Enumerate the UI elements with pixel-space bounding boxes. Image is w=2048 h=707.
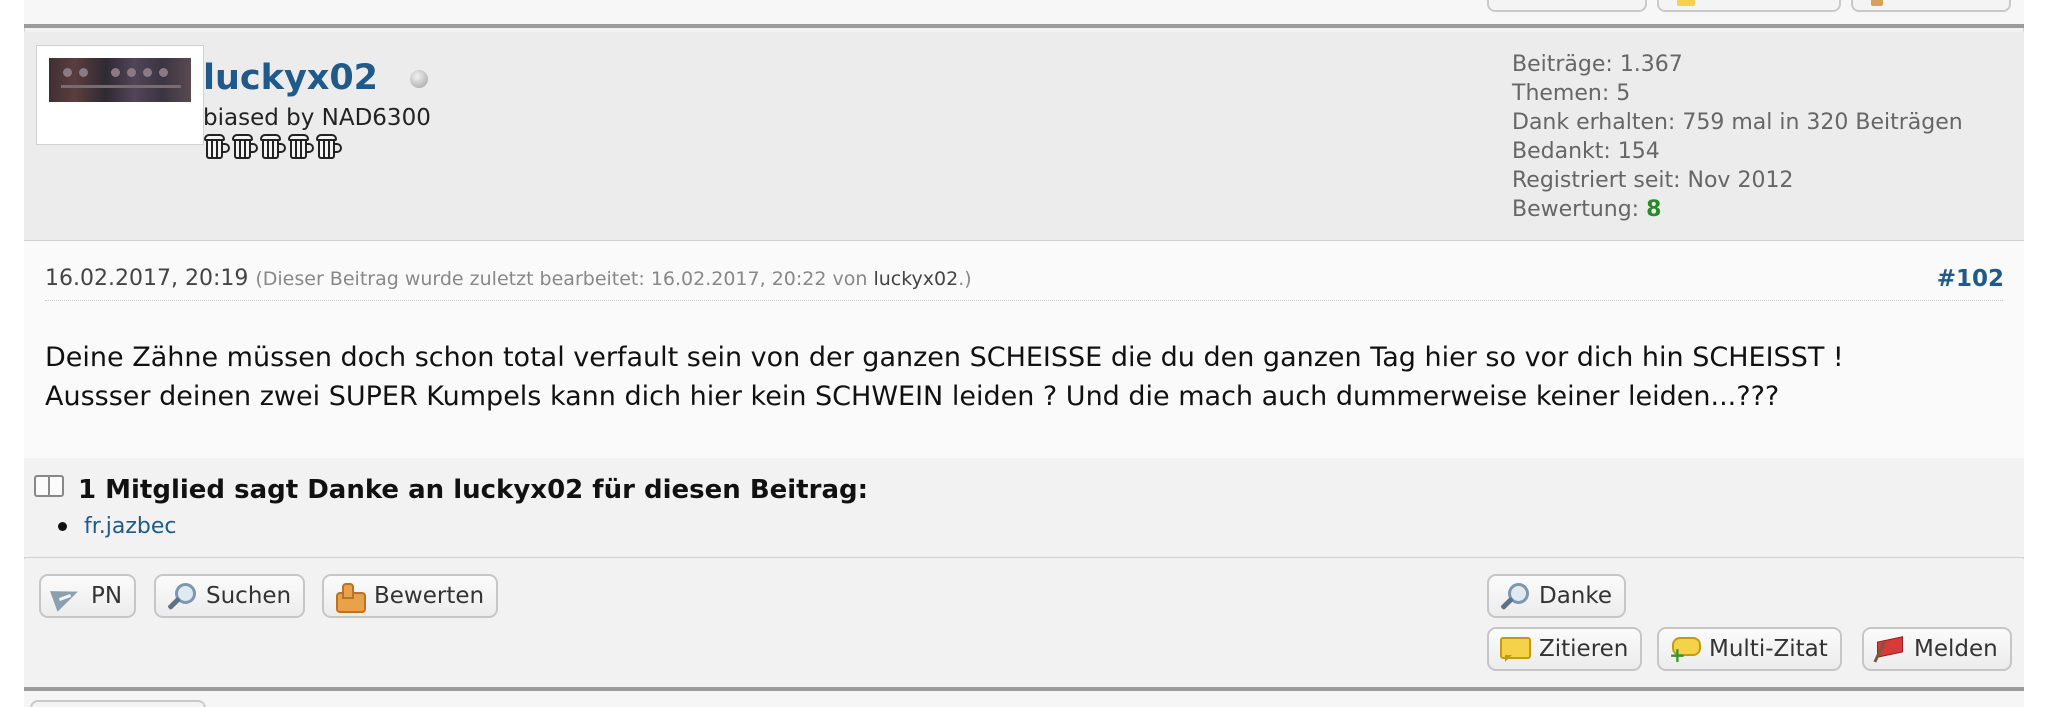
- multiquote-button[interactable]: Multi-Zitat: [1657, 627, 1842, 671]
- collapse-toggle-icon[interactable]: [34, 475, 64, 497]
- user-stats: Beiträge: 1.367 Themen: 5 Dank erhalten:…: [1512, 50, 1963, 224]
- post-body-line: Aussser deinen zwei SUPER Kumpels kann d…: [45, 381, 1780, 412]
- stat-thanked: Bedankt: 154: [1512, 139, 1660, 164]
- offline-status-icon: [410, 70, 428, 88]
- post-divider: [45, 300, 2003, 301]
- beer-mug-icon: [259, 133, 286, 160]
- beer-mug-icon: [231, 133, 258, 160]
- red-flag-icon: [1874, 635, 1904, 663]
- pn-button[interactable]: PN: [39, 574, 137, 618]
- post-body: Deine Zähne müssen doch schon total verf…: [45, 338, 1995, 416]
- previous-post-footer: [24, 0, 2024, 28]
- page-margin-right: [2024, 0, 2048, 707]
- rating-value[interactable]: 8: [1646, 197, 1661, 222]
- post-footer: PN Suchen Bewerten Danke Zitieren Multi-…: [24, 559, 2024, 687]
- stat-posts: Beiträge: 1.367: [1512, 52, 1683, 77]
- flag-icon: [1871, 0, 1883, 6]
- stat-thanks-received: Dank erhalten: 759 mal in 320 Beiträgen: [1512, 110, 1963, 135]
- speech-bubble-icon: [1677, 0, 1695, 6]
- stat-threads: Themen: 5: [1512, 81, 1631, 106]
- page-margin-left: [0, 0, 24, 707]
- avatar-image: [49, 58, 191, 102]
- thanks-box: 1 Mitglied sagt Danke an luckyx02 für di…: [24, 458, 2024, 558]
- beer-mug-icon: [315, 133, 342, 160]
- next-post-header: [24, 691, 2024, 707]
- magnifier-icon: [1499, 582, 1529, 610]
- post-content: 16.02.2017, 20:19 (Dieser Beitrag wurde …: [24, 241, 2024, 458]
- post-body-line: Deine Zähne müssen doch schon total verf…: [45, 342, 1844, 373]
- next-post-avatar: [30, 700, 206, 707]
- stat-registered: Registriert seit: Nov 2012: [1512, 168, 1794, 193]
- thumbs-up-icon: [334, 582, 366, 613]
- thanks-user-list: fr.jazbec: [58, 514, 177, 539]
- avatar[interactable]: [36, 45, 204, 145]
- paper-plane-icon: [51, 582, 81, 610]
- username-link[interactable]: luckyx02: [203, 58, 378, 98]
- user-rank: [203, 133, 342, 161]
- edit-user: luckyx02: [873, 268, 959, 290]
- user-title: biased by NAD6300: [203, 105, 431, 131]
- previous-report-button[interactable]: [1851, 0, 2011, 12]
- beer-mug-icon: [203, 133, 230, 160]
- speech-bubble-icon: [1499, 635, 1531, 663]
- previous-thank-button[interactable]: [1487, 0, 1647, 12]
- stat-rating: Bewertung: 8: [1512, 197, 1662, 222]
- previous-multiquote-button[interactable]: [1657, 0, 1841, 12]
- post-date: 16.02.2017, 20:19 (Dieser Beitrag wurde …: [45, 266, 972, 291]
- speech-bubble-plus-icon: [1669, 635, 1701, 665]
- thanks-title: 1 Mitglied sagt Danke an luckyx02 für di…: [78, 475, 868, 505]
- thank-button[interactable]: Danke: [1487, 574, 1627, 618]
- search-button[interactable]: Suchen: [154, 574, 306, 618]
- edit-note: (Dieser Beitrag wurde zuletzt bearbeitet…: [255, 268, 972, 290]
- quote-button[interactable]: Zitieren: [1487, 627, 1643, 671]
- magnifier-icon: [166, 582, 196, 610]
- rate-button[interactable]: Bewerten: [322, 574, 499, 618]
- beer-mug-icon: [287, 133, 314, 160]
- thanks-user-link[interactable]: fr.jazbec: [84, 514, 177, 539]
- post-number-link[interactable]: #102: [1937, 266, 2004, 292]
- report-button[interactable]: Melden: [1862, 627, 2012, 671]
- list-item: fr.jazbec: [58, 514, 177, 539]
